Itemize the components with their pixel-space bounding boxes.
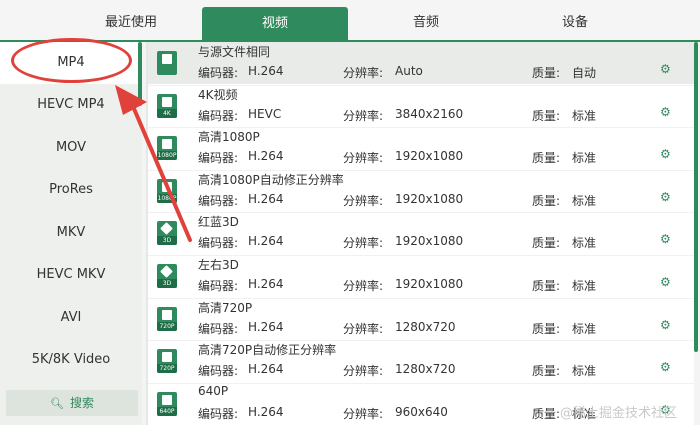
quality-label: 质量: bbox=[532, 66, 561, 80]
preset-row[interactable]: 3D 左右3D 编码器: H.264 分辨率: 1920x1080 质量: 标准 ⚙︎ bbox=[148, 255, 694, 297]
sidebar-item-5k-8k-video[interactable]: 5K/8K Video bbox=[0, 339, 142, 381]
quality-label: 质量: bbox=[532, 322, 561, 336]
annotation-arrow bbox=[115, 85, 192, 242]
resolution-value: 1920x1080 bbox=[395, 192, 464, 206]
arrow-icon bbox=[115, 85, 192, 242]
quality-value: 标准 bbox=[572, 151, 597, 165]
encoder-value: H.264 bbox=[248, 192, 284, 206]
preset-list-scrollbar[interactable] bbox=[694, 42, 698, 352]
encoder-value: H.264 bbox=[248, 234, 284, 248]
gear-icon[interactable]: ⚙︎ bbox=[660, 360, 671, 374]
preset-row[interactable]: 1080P 高清1080P 编码器: H.264 分辨率: 1920x1080 质量: 标准 ⚙… bbox=[148, 127, 694, 169]
resolution-label: 分辨率: bbox=[343, 109, 384, 123]
quality-value: 标准 bbox=[572, 322, 597, 336]
quality-label: 质量: bbox=[532, 151, 561, 165]
encoder-value: H.264 bbox=[248, 320, 284, 334]
encoder-label: 编码器: bbox=[198, 66, 239, 80]
format-icon: 640P bbox=[157, 392, 177, 416]
preset-row[interactable]: 1080P 高清1080P自动修正分辨率 编码器: H.264 分辨率: 1920x108… bbox=[148, 170, 694, 212]
resolution-value: 1280x720 bbox=[395, 362, 456, 376]
quality-value: 标准 bbox=[572, 279, 597, 293]
gear-icon[interactable]: ⚙︎ bbox=[660, 232, 671, 246]
gear-icon[interactable]: ⚙︎ bbox=[660, 190, 671, 204]
search-icon: 🔍︎ bbox=[50, 397, 64, 410]
format-icon: 3D bbox=[157, 264, 177, 288]
preset-title: 与源文件相同 bbox=[198, 45, 271, 59]
gear-icon[interactable]: ⚙︎ bbox=[660, 147, 671, 161]
gear-icon[interactable]: ⚙︎ bbox=[660, 105, 671, 119]
preset-row[interactable]: 4K 4K视频 编码器: HEVC 分辨率: 3840x2160 质量: 标准 ⚙︎ bbox=[148, 85, 694, 127]
preset-title: 高清720P自动修正分辨率 bbox=[198, 343, 337, 357]
quality-label: 质量: bbox=[532, 109, 561, 123]
watermark-text: @稀土掘金技术社区 bbox=[560, 406, 678, 421]
resolution-label: 分辨率: bbox=[343, 322, 384, 336]
encoder-value: H.264 bbox=[248, 277, 284, 291]
resolution-label: 分辨率: bbox=[343, 364, 384, 378]
encoder-value: H.264 bbox=[248, 149, 284, 163]
preset-row[interactable]: 720P 高清720P 编码器: H.264 分辨率: 1280x720 质量: 标准 ⚙︎ bbox=[148, 298, 694, 340]
tab-device[interactable]: 设备 bbox=[504, 0, 646, 40]
encoder-value: H.264 bbox=[248, 405, 284, 419]
preset-title: 高清1080P自动修正分辨率 bbox=[198, 173, 344, 187]
resolution-value: 1280x720 bbox=[395, 320, 456, 334]
search-button-label: 搜索 bbox=[69, 396, 94, 410]
highlight-circle bbox=[11, 38, 132, 83]
encoder-value: H.264 bbox=[248, 362, 284, 376]
preset-title: 640P bbox=[198, 384, 229, 398]
sidebar-item-hevc-mkv[interactable]: HEVC MKV bbox=[0, 254, 142, 296]
encoder-value: HEVC bbox=[248, 107, 282, 121]
resolution-value: Auto bbox=[395, 64, 423, 78]
quality-value: 自动 bbox=[572, 66, 597, 80]
quality-value: 标准 bbox=[572, 194, 597, 208]
preset-row[interactable]: 3D 红蓝3D 编码器: H.264 分辨率: 1920x1080 质量: 标准 ⚙︎ bbox=[148, 212, 694, 254]
preset-title: 高清1080P bbox=[198, 130, 260, 144]
resolution-label: 分辨率: bbox=[343, 279, 384, 293]
encoder-label: 编码器: bbox=[198, 364, 239, 378]
tab-recent[interactable]: 最近使用 bbox=[60, 0, 202, 40]
gear-icon[interactable]: ⚙︎ bbox=[660, 275, 671, 289]
resolution-value: 1920x1080 bbox=[395, 234, 464, 248]
gear-icon[interactable]: ⚙︎ bbox=[660, 62, 671, 76]
encoder-label: 编码器: bbox=[198, 279, 239, 293]
quality-label: 质量: bbox=[532, 407, 561, 421]
format-category-tabs: 最近使用 视频 音频 设备 bbox=[0, 0, 700, 40]
preset-row[interactable]: 与源文件相同 编码器: H.264 分辨率: Auto 质量: 自动 ⚙︎ bbox=[148, 42, 694, 84]
encoder-label: 编码器: bbox=[198, 407, 239, 421]
encoder-value: H.264 bbox=[248, 64, 284, 78]
preset-row[interactable]: 720P 高清720P自动修正分辨率 编码器: H.264 分辨率: 1280x720 质量… bbox=[148, 340, 694, 382]
quality-value: 标准 bbox=[572, 236, 597, 250]
resolution-value: 3840x2160 bbox=[395, 107, 464, 121]
resolution-label: 分辨率: bbox=[343, 151, 384, 165]
resolution-label: 分辨率: bbox=[343, 194, 384, 208]
tab-audio[interactable]: 音频 bbox=[348, 0, 504, 40]
resolution-label: 分辨率: bbox=[343, 407, 384, 421]
quality-value: 标准 bbox=[572, 364, 597, 378]
encoder-label: 编码器: bbox=[198, 322, 239, 336]
resolution-value: 960x640 bbox=[395, 405, 448, 419]
preset-title: 高清720P bbox=[198, 301, 253, 315]
sidebar-item-avi[interactable]: AVI bbox=[0, 297, 142, 339]
format-icon: 720P bbox=[157, 349, 177, 373]
search-button[interactable]: 🔍︎ 搜索 bbox=[6, 390, 138, 416]
format-icon: 720P bbox=[157, 307, 177, 331]
format-icon bbox=[157, 51, 177, 75]
resolution-label: 分辨率: bbox=[343, 66, 384, 80]
preset-list: 与源文件相同 编码器: H.264 分辨率: Auto 质量: 自动 ⚙︎ 4K 4K视频 编码器:… bbox=[148, 42, 694, 425]
quality-label: 质量: bbox=[532, 194, 561, 208]
resolution-label: 分辨率: bbox=[343, 236, 384, 250]
quality-label: 质量: bbox=[532, 279, 561, 293]
resolution-value: 1920x1080 bbox=[395, 277, 464, 291]
quality-label: 质量: bbox=[532, 364, 561, 378]
gear-icon[interactable]: ⚙︎ bbox=[660, 318, 671, 332]
quality-label: 质量: bbox=[532, 236, 561, 250]
tab-video[interactable]: 视频 bbox=[202, 7, 348, 40]
quality-value: 标准 bbox=[572, 109, 597, 123]
preset-title: 左右3D bbox=[198, 258, 239, 272]
resolution-value: 1920x1080 bbox=[395, 149, 464, 163]
